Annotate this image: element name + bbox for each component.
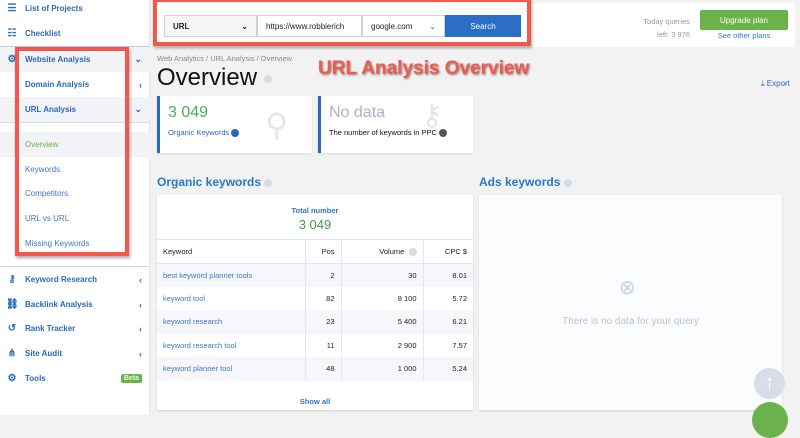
info-icon[interactable] <box>263 74 272 83</box>
queries-left: Today queries left: 3 976 <box>625 15 690 41</box>
card-value: 3 049 <box>168 104 209 121</box>
breadcrumb[interactable]: Web Analytics / URL Analysis / Overview <box>157 54 292 63</box>
link-icon: ⛓ <box>6 299 19 310</box>
list-icon: ☰ <box>7 3 17 14</box>
volume-cell: 8 100 <box>341 286 424 310</box>
keywords-table: Keyword Pos Volume CPC $ best keyword pl… <box>157 239 473 381</box>
magnifier-key-icon: ⚲ <box>265 107 289 143</box>
page-title: Overview <box>157 64 272 92</box>
keyword-cell: keyword planner tool <box>157 357 306 381</box>
keyword-link[interactable]: keyword research tool <box>163 341 236 350</box>
page-title-text: Overview <box>157 64 258 91</box>
ads-keywords-title: Ads keywords <box>479 175 572 189</box>
cpc-cell: 7.57 <box>452 340 467 350</box>
highlight-box <box>15 47 129 256</box>
highlight-box <box>153 0 531 46</box>
card-label: Organic Keywords <box>168 128 240 138</box>
table-row: best keyword planner tools 2 30 8.01 <box>157 263 473 287</box>
volume-cell: 2 900 <box>341 333 424 357</box>
organic-keywords-title: Organic keywords <box>157 175 273 189</box>
key-icon: ⚷ <box>8 274 16 285</box>
empty-message: There is no data for your query <box>562 316 699 327</box>
cpc-cell: 5.24 <box>423 357 473 381</box>
sidebar-item-backlink-analysis[interactable]: ⛓ Backlink Analysis ‹ <box>0 292 150 317</box>
queries-value: left: 3 976 <box>657 30 690 39</box>
sidebar-item-checklist[interactable]: ☷ Checklist <box>0 21 150 46</box>
annotation-label: URL Analysis Overview <box>318 58 530 79</box>
pos-cell: 2 <box>305 263 342 287</box>
beta-badge: Beta <box>120 374 142 383</box>
queries-label: Today queries <box>643 17 690 26</box>
col-volume[interactable]: Volume <box>341 239 424 263</box>
chevron-left-icon: ‹ <box>139 79 142 90</box>
table-row: keyword research tool 11 2 900 7.57 <box>157 333 473 357</box>
organic-keywords-card: 3 049 Organic Keywords ⚲ <box>157 96 312 153</box>
info-icon[interactable] <box>563 178 572 187</box>
pos-cell: 23 <box>305 310 342 334</box>
keyword-link[interactable]: keyword research <box>163 317 222 326</box>
cpc-cell: 5.72 <box>452 293 467 303</box>
sidebar-item-tools[interactable]: ⚙ Tools Beta <box>0 366 150 391</box>
volume-cell: 5 400 <box>341 310 424 334</box>
keyword-link[interactable]: keyword tool <box>163 294 205 303</box>
chevron-down-icon: ⌄ <box>134 54 142 64</box>
keyword-cell: keyword tool <box>157 286 306 310</box>
scroll-to-top-button[interactable]: ↑ <box>754 368 785 399</box>
keyword-cell: best keyword planner tools <box>157 263 306 287</box>
chevron-left-icon: ‹ <box>139 274 142 285</box>
history-icon: ↺ <box>7 323 17 334</box>
pos-cell: 82 <box>305 286 342 310</box>
info-icon[interactable] <box>231 129 240 138</box>
info-icon[interactable] <box>264 178 273 187</box>
search-no-results-icon: ⊗ <box>619 277 636 299</box>
table-row: keyword research 23 5 400 6.21 <box>157 310 473 334</box>
section-title: Ads keywords <box>479 175 561 189</box>
chevron-left-icon: ‹ <box>139 299 142 310</box>
keyword-link[interactable]: keyword planner tool <box>163 364 232 373</box>
table-row: keyword tool 82 8 100 5.72 <box>157 286 473 310</box>
volume-cell: 1 000 <box>341 357 424 381</box>
sidebar-item-rank-tracker[interactable]: ↺ Rank Tracker ‹ <box>0 316 150 341</box>
checklist-icon: ☷ <box>7 28 17 39</box>
sidebar-item-keyword-research[interactable]: ⚷ Keyword Research ‹ <box>0 267 150 292</box>
ads-keywords-panel: ⊗ There is no data for your query <box>479 195 782 410</box>
ppc-keywords-card: No data The number of keywords in PPC ⚷ <box>318 96 473 153</box>
cpc-cell: 6.21 <box>423 310 473 334</box>
chevron-down-icon: ⌄ <box>134 104 142 114</box>
see-other-plans-link[interactable]: See other plans <box>700 31 788 40</box>
section-title: Organic keywords <box>157 175 262 189</box>
gear-icon: ⚙ <box>7 373 17 384</box>
col-keyword[interactable]: Keyword <box>157 239 306 263</box>
download-icon: ⤓ <box>761 79 765 88</box>
chat-button[interactable] <box>752 402 788 438</box>
card-label-text: Organic Keywords <box>168 128 230 137</box>
sitemap-icon: ⋔ <box>7 348 17 359</box>
cpc-cell: 8.01 <box>423 263 473 287</box>
sidebar-item-site-audit[interactable]: ⋔ Site Audit ‹ <box>0 341 150 366</box>
export-label: Export <box>766 79 790 88</box>
keyword-cell: keyword research tool <box>157 333 306 357</box>
pos-cell: 48 <box>305 357 342 381</box>
keys-icon: ⚷ <box>421 99 443 132</box>
chevron-left-icon: ‹ <box>139 323 142 334</box>
sidebar-item-list-of-projects[interactable]: ☰ List of Projects <box>0 0 150 21</box>
col-pos[interactable]: Pos <box>305 239 342 263</box>
keyword-link[interactable]: best keyword planner tools <box>163 271 252 280</box>
col-volume-label: Volume <box>379 246 405 256</box>
export-button[interactable]: ⤓ Export <box>761 79 790 89</box>
volume-cell: 30 <box>341 263 424 287</box>
card-value: No data <box>329 104 386 121</box>
show-all-link[interactable]: Show all <box>157 397 473 406</box>
total-value: 3 049 <box>298 217 332 232</box>
pos-cell: 11 <box>305 333 342 357</box>
info-icon[interactable] <box>408 247 417 256</box>
total-label: Total number <box>291 206 339 215</box>
col-cpc[interactable]: CPC $ <box>423 240 473 264</box>
chevron-left-icon: ‹ <box>139 348 142 359</box>
organic-keywords-panel: Total number 3 049 Keyword Pos Volume CP… <box>157 195 473 410</box>
table-row: keyword planner tool 48 1 000 5.24 <box>157 357 473 381</box>
keyword-cell: keyword research <box>157 310 306 334</box>
upgrade-plan-button[interactable]: Upgrade plan <box>700 10 788 30</box>
